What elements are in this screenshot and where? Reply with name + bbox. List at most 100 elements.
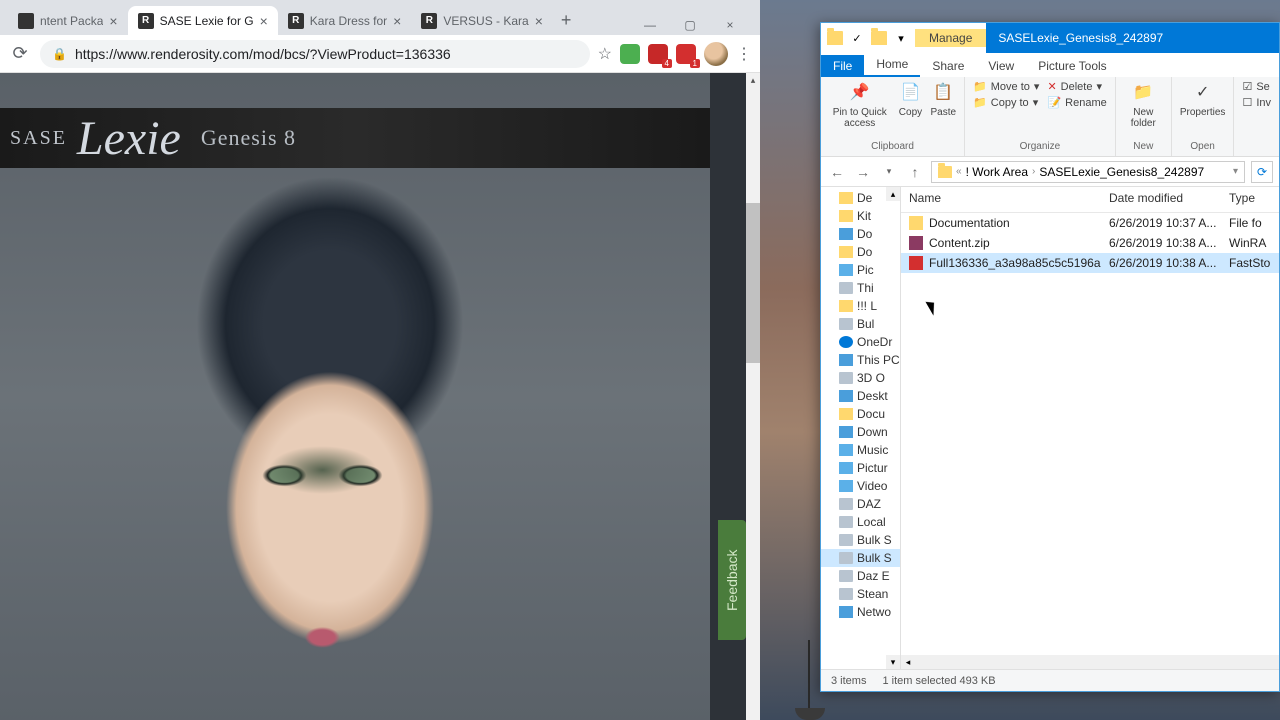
tree-item[interactable]: Bul	[821, 315, 900, 333]
quick-access-toolbar: ✓ ▾	[821, 28, 915, 48]
scroll-left-icon[interactable]: ◂	[901, 655, 915, 669]
tab-2[interactable]: RKara Dress for×	[278, 6, 412, 35]
tree-item[interactable]: Netwo	[821, 603, 900, 621]
pin-icon: 📌	[848, 81, 872, 105]
tree-item[interactable]: Do	[821, 225, 900, 243]
star-icon[interactable]: ☆	[598, 44, 612, 64]
horizontal-scrollbar[interactable]: ◂	[901, 655, 1279, 669]
menu-icon[interactable]: ⋮	[736, 44, 752, 64]
file-row[interactable]: Documentation6/26/2019 10:37 A...File fo	[901, 213, 1279, 233]
refresh-button[interactable]: ⟳	[1251, 161, 1273, 183]
close-icon[interactable]: ×	[109, 13, 117, 29]
url-input[interactable]: 🔒 https://www.renderosity.com/mod/bcs/?V…	[40, 40, 590, 68]
tree-item[interactable]: !!! L	[821, 297, 900, 315]
contextual-tab[interactable]: Manage	[915, 29, 986, 47]
breadcrumb-segment[interactable]: ! Work Area	[966, 165, 1028, 179]
delete-button[interactable]: ✕ Delete ▾	[1045, 79, 1108, 94]
scroll-thumb[interactable]	[746, 203, 760, 363]
picture-tools-tab[interactable]: Picture Tools	[1026, 55, 1118, 77]
tab-0[interactable]: ntent Packa×	[8, 6, 128, 35]
close-button[interactable]: ×	[716, 15, 744, 35]
qat-dropdown[interactable]: ▾	[891, 28, 911, 48]
tree-item[interactable]: OneDr	[821, 333, 900, 351]
tree-label: Pic	[857, 263, 874, 277]
up-button[interactable]: ↑	[905, 162, 925, 182]
view-tab[interactable]: View	[976, 55, 1026, 77]
tree-item[interactable]: Kit	[821, 207, 900, 225]
profile-avatar[interactable]	[704, 42, 728, 66]
chevron-down-icon[interactable]: ▾	[1233, 166, 1238, 177]
tree-item[interactable]: Daz E	[821, 567, 900, 585]
copy-button[interactable]: 📄Copy	[896, 79, 924, 120]
share-tab[interactable]: Share	[920, 55, 976, 77]
scroll-up-icon[interactable]: ▴	[746, 73, 760, 87]
move-to-button[interactable]: 📁 Move to ▾	[971, 79, 1041, 94]
extension-icon[interactable]: 4	[648, 44, 668, 64]
new-tab-button[interactable]: +	[553, 6, 580, 35]
paste-button[interactable]: 📋Paste	[928, 79, 958, 120]
folder-icon[interactable]	[869, 28, 889, 48]
drive-icon	[839, 570, 853, 582]
scrollbar[interactable]: ▴	[746, 73, 760, 720]
file-row[interactable]: Full136336_a3a98a85c5c5196ad...6/26/2019…	[901, 253, 1279, 273]
navigation-tree[interactable]: ▴ DeKitDoDoPicThi!!! LBulOneDrThis PC3D …	[821, 187, 901, 669]
recent-dropdown[interactable]: ▾	[879, 162, 899, 182]
tree-item[interactable]: Stean	[821, 585, 900, 603]
folder-icon[interactable]	[825, 28, 845, 48]
close-icon[interactable]: ×	[535, 13, 543, 29]
column-type[interactable]: Type	[1221, 187, 1279, 212]
tree-item[interactable]: Bulk S	[821, 549, 900, 567]
breadcrumb[interactable]: « ! Work Area › SASELexie_Genesis8_24289…	[931, 161, 1245, 183]
home-tab[interactable]: Home	[864, 53, 920, 77]
selection-info: 1 item selected 493 KB	[882, 675, 995, 687]
close-icon[interactable]: ×	[393, 13, 401, 29]
close-icon[interactable]: ×	[260, 13, 268, 29]
address-bar: ⟳ 🔒 https://www.renderosity.com/mod/bcs/…	[0, 35, 760, 73]
extension-icon[interactable]: 1	[676, 44, 696, 64]
tree-item[interactable]: This PC	[821, 351, 900, 369]
column-name[interactable]: Name	[901, 187, 1101, 212]
product-suffix: Genesis 8	[201, 125, 296, 151]
tree-item[interactable]: Pictur	[821, 459, 900, 477]
folder-icon	[839, 408, 853, 420]
tree-item[interactable]: Down	[821, 423, 900, 441]
scroll-down-icon[interactable]: ▾	[886, 655, 900, 669]
invert-selection-button[interactable]: ☐ Inv	[1240, 95, 1273, 110]
reload-button[interactable]: ⟳	[8, 42, 32, 66]
qat-button[interactable]: ✓	[847, 28, 867, 48]
file-date: 6/26/2019 10:38 A...	[1101, 254, 1221, 272]
maximize-button[interactable]: ▢	[676, 15, 704, 35]
breadcrumb-segment[interactable]: SASELexie_Genesis8_242897	[1039, 165, 1204, 179]
tab-3[interactable]: RVERSUS - Kara×	[411, 6, 553, 35]
extension-icon[interactable]	[620, 44, 640, 64]
file-tab[interactable]: File	[821, 55, 864, 77]
tree-item[interactable]: Music	[821, 441, 900, 459]
tree-label: Kit	[857, 209, 871, 223]
feedback-tab[interactable]: Feedback	[718, 520, 746, 640]
back-button[interactable]: ←	[827, 162, 847, 182]
rename-button[interactable]: 📝 Rename	[1045, 95, 1108, 110]
select-all-button[interactable]: ☑ Se	[1240, 79, 1273, 94]
tab-1[interactable]: RSASE Lexie for G×	[128, 6, 278, 35]
tree-item[interactable]: Pic	[821, 261, 900, 279]
tree-item[interactable]: Bulk S	[821, 531, 900, 549]
pin-button[interactable]: 📌Pin to Quick access	[827, 79, 892, 131]
tree-item[interactable]: Video	[821, 477, 900, 495]
scroll-up-icon[interactable]: ▴	[886, 187, 900, 201]
new-folder-button[interactable]: 📁New folder	[1122, 79, 1165, 131]
tree-item[interactable]: 3D O	[821, 369, 900, 387]
minimize-button[interactable]: —	[636, 15, 664, 35]
properties-button[interactable]: ✓Properties	[1178, 79, 1228, 120]
copy-to-button[interactable]: 📁 Copy to ▾	[971, 95, 1041, 110]
pic-icon	[839, 480, 853, 492]
file-row[interactable]: Content.zip6/26/2019 10:38 A...WinRA	[901, 233, 1279, 253]
forward-button[interactable]: →	[853, 162, 873, 182]
tree-item[interactable]: Docu	[821, 405, 900, 423]
tree-item[interactable]: Thi	[821, 279, 900, 297]
tree-item[interactable]: Deskt	[821, 387, 900, 405]
drive-icon	[839, 372, 853, 384]
column-date[interactable]: Date modified	[1101, 187, 1221, 212]
tree-item[interactable]: Local	[821, 513, 900, 531]
tree-item[interactable]: Do	[821, 243, 900, 261]
tree-item[interactable]: DAZ	[821, 495, 900, 513]
